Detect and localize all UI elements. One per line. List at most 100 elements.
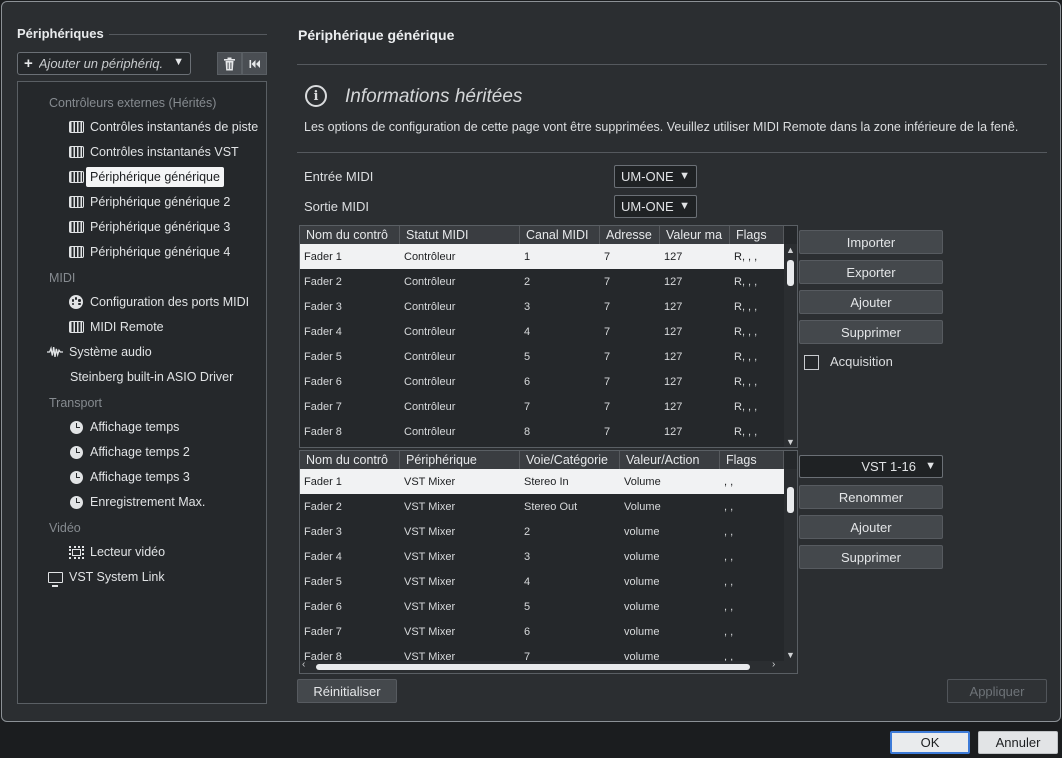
scroll-down-icon[interactable]: ▼ <box>786 650 795 660</box>
table-cell[interactable]: volume <box>620 526 720 538</box>
table-row[interactable]: Fader 6 VST Mixer 5 volume, , <box>300 594 784 619</box>
table-cell[interactable]: VST Mixer <box>400 526 520 538</box>
table-cell[interactable]: Fader 8 <box>300 426 400 438</box>
table-row[interactable]: Fader 2 VST Mixer Stereo Out Volume, , <box>300 494 784 519</box>
table-cell[interactable]: , , <box>720 576 784 588</box>
column-header[interactable]: Canal MIDI <box>520 226 600 244</box>
add-bank-button[interactable]: Ajouter <box>799 515 943 539</box>
table-cell[interactable]: VST Mixer <box>400 626 520 638</box>
table-cell[interactable]: 7 <box>600 301 660 313</box>
table-cell[interactable]: R, , , <box>730 376 784 388</box>
table-cell[interactable]: 8 <box>520 426 600 438</box>
reset-button[interactable]: Réinitialiser <box>297 679 397 703</box>
table-cell[interactable]: R, , , <box>730 426 784 438</box>
table-cell[interactable]: Contrôleur <box>400 301 520 313</box>
table-row[interactable]: Fader 5 VST Mixer 4 volume, , <box>300 569 784 594</box>
table-cell[interactable]: Fader 2 <box>300 501 400 513</box>
table-cell[interactable]: 1 <box>520 251 600 263</box>
table-cell[interactable]: 7 <box>600 326 660 338</box>
table-cell[interactable]: , , <box>720 526 784 538</box>
column-header[interactable]: Valeur ma <box>660 226 730 244</box>
table-row[interactable]: Fader 1 Contrôleur 1 7 127 R, , , <box>300 244 784 269</box>
acquisition-checkbox[interactable] <box>804 355 819 370</box>
table-cell[interactable]: R, , , <box>730 251 784 263</box>
column-header[interactable]: Flags <box>720 451 784 469</box>
table-cell[interactable]: 127 <box>660 326 730 338</box>
table-cell[interactable]: Contrôleur <box>400 376 520 388</box>
reset-device-button[interactable] <box>242 52 267 75</box>
table-row[interactable]: Fader 2 Contrôleur 2 7 127 R, , , <box>300 269 784 294</box>
table-cell[interactable]: R, , , <box>730 301 784 313</box>
column-header[interactable]: Voie/Catégorie <box>520 451 620 469</box>
tree-item-vst-system-link[interactable]: VST System Link <box>47 566 165 588</box>
tree-item-asio-driver[interactable]: Steinberg built-in ASIO Driver <box>70 366 233 388</box>
bank-table-scrollbar[interactable]: ▼ <box>784 469 797 661</box>
cancel-button[interactable]: Annuler <box>978 731 1058 754</box>
table-row[interactable]: Fader 8 Contrôleur 8 7 127 R, , , <box>300 419 784 444</box>
table-cell[interactable]: 3 <box>520 301 600 313</box>
bank-select[interactable]: VST 1-16 ▼ <box>799 455 943 478</box>
table-cell[interactable]: Stereo Out <box>520 501 620 513</box>
import-button[interactable]: Importer <box>799 230 943 254</box>
add-device-dropdown[interactable]: + Ajouter un périphériq. ▼ <box>17 52 191 75</box>
table-cell[interactable]: 7 <box>520 401 600 413</box>
table-cell[interactable]: 127 <box>660 426 730 438</box>
delete-device-button[interactable] <box>217 52 242 75</box>
table-cell[interactable]: 7 <box>600 376 660 388</box>
table-cell[interactable]: VST Mixer <box>400 551 520 563</box>
table-cell[interactable]: 127 <box>660 401 730 413</box>
table-cell[interactable]: Fader 7 <box>300 626 400 638</box>
table-cell[interactable]: , , <box>720 626 784 638</box>
table-cell[interactable]: Fader 6 <box>300 601 400 613</box>
table-row[interactable]: Fader 3 VST Mixer 2 volume, , <box>300 519 784 544</box>
table-cell[interactable]: 2 <box>520 276 600 288</box>
table-cell[interactable]: 127 <box>660 276 730 288</box>
table-cell[interactable]: Fader 1 <box>300 251 400 263</box>
tree-item-midi-remote[interactable]: MIDI Remote <box>68 316 164 338</box>
apply-button[interactable]: Appliquer <box>947 679 1047 703</box>
table-cell[interactable]: R, , , <box>730 276 784 288</box>
table-row[interactable]: Fader 5 Contrôleur 5 7 127 R, , , <box>300 344 784 369</box>
table-cell[interactable]: Volume <box>620 501 720 513</box>
table-cell[interactable]: Fader 7 <box>300 401 400 413</box>
midi-input-select[interactable]: UM-ONE ▼ <box>614 165 697 188</box>
bank-table-hscrollbar[interactable]: ‹ › <box>300 659 797 673</box>
rename-button[interactable]: Renommer <box>799 485 943 509</box>
tree-item-video-player[interactable]: Lecteur vidéo <box>68 541 165 563</box>
table-cell[interactable]: volume <box>620 626 720 638</box>
table-cell[interactable]: 7 <box>600 276 660 288</box>
table-cell[interactable]: 7 <box>600 351 660 363</box>
table-cell[interactable]: Contrôleur <box>400 276 520 288</box>
midi-output-select[interactable]: UM-ONE ▼ <box>614 195 697 218</box>
table-row[interactable]: Fader 6 Contrôleur 6 7 127 R, , , <box>300 369 784 394</box>
table-cell[interactable]: 5 <box>520 601 620 613</box>
table-cell[interactable]: 127 <box>660 376 730 388</box>
table-cell[interactable]: Contrôleur <box>400 351 520 363</box>
table-cell[interactable]: 127 <box>660 301 730 313</box>
table-cell[interactable]: Fader 2 <box>300 276 400 288</box>
column-header[interactable]: Périphérique <box>400 451 520 469</box>
table-cell[interactable]: Fader 4 <box>300 551 400 563</box>
table-cell[interactable]: , , <box>720 601 784 613</box>
scroll-thumb[interactable] <box>787 260 794 286</box>
add-controller-button[interactable]: Ajouter <box>799 290 943 314</box>
tree-item-generic-device-4[interactable]: Périphérique générique 4 <box>68 241 230 263</box>
scroll-thumb[interactable] <box>787 487 794 513</box>
table-cell[interactable]: volume <box>620 601 720 613</box>
table-cell[interactable]: 7 <box>600 251 660 263</box>
column-header[interactable]: Valeur/Action <box>620 451 720 469</box>
table-cell[interactable]: 3 <box>520 551 620 563</box>
table-row[interactable]: Fader 7 VST Mixer 6 volume, , <box>300 619 784 644</box>
controller-table-scrollbar[interactable]: ▲ ▼ <box>784 244 797 447</box>
table-cell[interactable]: , , <box>720 501 784 513</box>
tree-item-track-quick-controls[interactable]: Contrôles instantanés de piste <box>68 116 258 138</box>
column-header[interactable]: Adresse <box>600 226 660 244</box>
tree-item-max-recording[interactable]: Enregistrement Max. <box>68 491 205 513</box>
table-cell[interactable]: Fader 3 <box>300 526 400 538</box>
table-row[interactable]: Fader 4 VST Mixer 3 volume, , <box>300 544 784 569</box>
column-header[interactable]: Nom du contrô <box>300 226 400 244</box>
scroll-up-icon[interactable]: ▲ <box>786 245 795 255</box>
table-cell[interactable]: volume <box>620 576 720 588</box>
scroll-down-icon[interactable]: ▼ <box>786 437 795 447</box>
delete-controller-button[interactable]: Supprimer <box>799 320 943 344</box>
